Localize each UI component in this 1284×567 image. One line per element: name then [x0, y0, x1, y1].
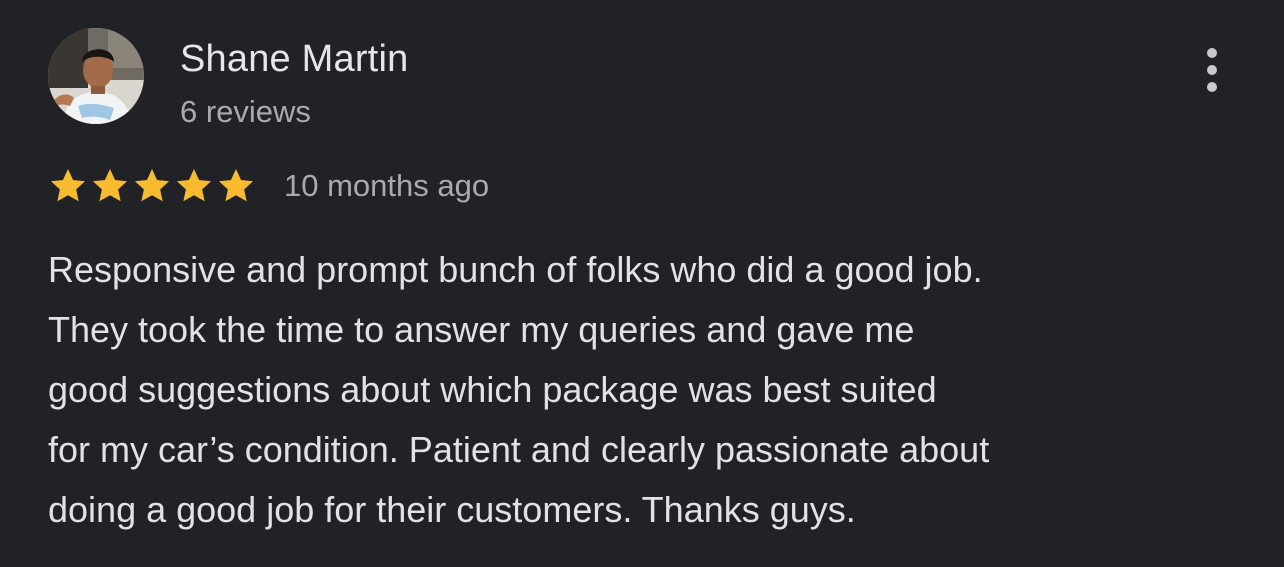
more-vertical-icon	[1207, 82, 1217, 92]
review-card: Shane Martin 6 reviews 10 months ago Res…	[0, 0, 1284, 567]
review-date: 10 months ago	[284, 168, 490, 203]
star-rating	[48, 166, 256, 206]
more-options-button[interactable]	[1190, 44, 1234, 96]
rating-row: 10 months ago	[48, 163, 489, 209]
star-icon	[174, 166, 214, 206]
review-count: 6 reviews	[180, 94, 311, 129]
avatar-photo-icon	[48, 28, 144, 124]
author-name[interactable]: Shane Martin	[180, 38, 408, 81]
review-text-line: for my car’s condition. Patient and clea…	[48, 429, 990, 470]
review-text-line: They took the time to answer my queries …	[48, 309, 915, 350]
star-icon	[132, 166, 172, 206]
review-text-line: doing a good job for their customers. Th…	[48, 489, 856, 530]
review-text-line: Responsive and prompt bunch of folks who…	[48, 249, 983, 290]
star-icon	[90, 166, 130, 206]
review-text: Responsive and prompt bunch of folks who…	[48, 240, 1198, 540]
more-vertical-icon	[1207, 48, 1217, 58]
review-text-line: good suggestions about which package was…	[48, 369, 937, 410]
star-icon	[48, 166, 88, 206]
more-vertical-icon	[1207, 65, 1217, 75]
star-icon	[216, 166, 256, 206]
avatar[interactable]	[48, 28, 144, 124]
